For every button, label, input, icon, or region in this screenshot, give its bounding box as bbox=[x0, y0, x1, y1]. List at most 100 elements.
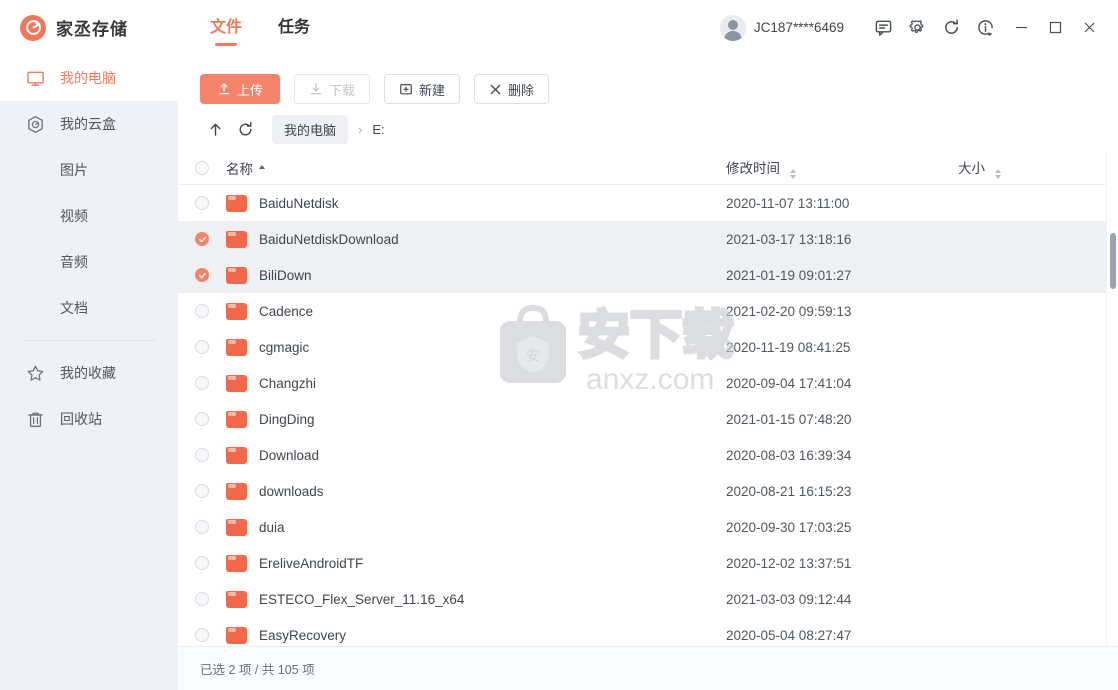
sidebar-item-favorites[interactable]: 我的收藏 bbox=[0, 350, 178, 396]
sidebar-item-audio[interactable]: 音频 bbox=[0, 239, 178, 285]
breadcrumb-separator: › bbox=[358, 121, 363, 137]
row-checkbox[interactable] bbox=[178, 628, 226, 642]
table-row[interactable]: BiliDown 2021-01-19 09:01:27 bbox=[178, 257, 1118, 293]
row-name-cell: EreliveAndroidTF bbox=[226, 554, 726, 572]
content-area: 上传 下载 新建 删除 我的电脑 › E: 名称 修改时间 大小 安 安下载 a… bbox=[178, 55, 1118, 690]
monitor-icon bbox=[26, 69, 52, 88]
main-tabs: 文件 任务 bbox=[192, 0, 328, 55]
sidebar-item-label: 文档 bbox=[60, 300, 88, 316]
sidebar-item-label: 我的收藏 bbox=[60, 365, 116, 381]
row-name-cell: ESTECO_Flex_Server_11.16_x64 bbox=[226, 590, 726, 608]
folder-icon bbox=[226, 554, 247, 572]
download-button[interactable]: 下载 bbox=[294, 74, 371, 104]
sidebar-item-my-cloudbox[interactable]: 我的云盒 bbox=[0, 101, 178, 147]
folder-plus-icon bbox=[399, 82, 413, 96]
folder-icon bbox=[226, 374, 247, 392]
sidebar-item-my-computer[interactable]: 我的电脑 bbox=[0, 55, 178, 101]
row-checkbox[interactable] bbox=[178, 412, 226, 426]
row-checkbox[interactable] bbox=[178, 376, 226, 390]
table-row[interactable]: ESTECO_Flex_Server_11.16_x64 2021-03-03 0… bbox=[178, 581, 1118, 617]
close-button[interactable] bbox=[1074, 11, 1104, 45]
tab-files[interactable]: 文件 bbox=[192, 0, 260, 55]
arrow-up-icon[interactable] bbox=[200, 114, 230, 144]
upload-icon bbox=[217, 82, 231, 96]
row-name-label: BaiduNetdisk bbox=[259, 195, 339, 211]
status-text: 已选 2 项 / 共 105 项 bbox=[200, 663, 315, 677]
gear-icon[interactable] bbox=[900, 11, 934, 45]
table-row[interactable]: EreliveAndroidTF 2020-12-02 13:37:51 bbox=[178, 545, 1118, 581]
trash-icon bbox=[26, 410, 52, 429]
row-time-cell: 2020-05-04 08:27:47 bbox=[726, 627, 852, 643]
row-checkbox[interactable] bbox=[178, 232, 226, 246]
select-all-checkbox[interactable] bbox=[178, 160, 226, 175]
minimize-button[interactable] bbox=[1006, 11, 1036, 45]
row-name-label: EreliveAndroidTF bbox=[259, 555, 364, 571]
table-body: BaiduNetdisk 2020-11-07 13:11:00 BaiduNetd… bbox=[178, 185, 1118, 646]
table-row[interactable]: downloads 2020-08-21 16:15:23 bbox=[178, 473, 1118, 509]
table-row[interactable]: EasyRecovery 2020-05-04 08:27:47 bbox=[178, 617, 1118, 646]
refresh-icon[interactable] bbox=[934, 11, 968, 45]
row-name-label: ESTECO_Flex_Server_11.16_x64 bbox=[259, 591, 465, 607]
row-time-cell: 2021-01-15 07:48:20 bbox=[726, 411, 852, 427]
table-row[interactable]: duia 2020-09-30 17:03:25 bbox=[178, 509, 1118, 545]
column-header-name-label: 名称 bbox=[226, 161, 253, 177]
row-name-label: Cadence bbox=[259, 303, 314, 319]
row-name-cell: BiliDown bbox=[226, 266, 726, 284]
sort-ascending-icon bbox=[259, 164, 265, 171]
row-checkbox[interactable] bbox=[178, 448, 226, 462]
table-header: 名称 修改时间 大小 bbox=[178, 151, 1118, 185]
table-row[interactable]: BaiduNetdiskDownload 2021-03-17 13:18:16 bbox=[178, 221, 1118, 257]
row-checkbox[interactable] bbox=[178, 520, 226, 534]
scrollbar-thumb[interactable] bbox=[1110, 233, 1116, 289]
refresh-icon[interactable] bbox=[230, 114, 260, 144]
breadcrumb-root[interactable]: 我的电脑 bbox=[272, 114, 349, 144]
row-checkbox[interactable] bbox=[178, 304, 226, 318]
row-name-cell: duia bbox=[226, 518, 726, 536]
close-icon bbox=[489, 83, 502, 96]
sidebar-item-label: 音频 bbox=[60, 254, 88, 270]
sidebar-item-videos[interactable]: 视频 bbox=[0, 193, 178, 239]
row-time-cell: 2021-03-03 09:12:44 bbox=[726, 591, 852, 607]
table-row[interactable]: Cadence 2021-02-20 09:59:13 bbox=[178, 293, 1118, 329]
maximize-button[interactable] bbox=[1040, 11, 1070, 45]
row-checkbox[interactable] bbox=[178, 196, 226, 210]
sidebar: 我的电脑 我的云盒 图片 视频 音频 文档 我的收藏 回收站 bbox=[0, 55, 178, 690]
toolbar: 上传 下载 新建 删除 bbox=[178, 55, 1118, 107]
user-account[interactable]: JC187****6469 bbox=[719, 14, 844, 41]
sort-toggle-icon bbox=[994, 168, 1001, 179]
download-button-label: 下载 bbox=[329, 82, 356, 98]
table-row[interactable]: Changzhi 2020-09-04 17:41:04 bbox=[178, 365, 1118, 401]
new-folder-button[interactable]: 新建 bbox=[384, 74, 461, 104]
row-name-label: cgmagic bbox=[259, 339, 310, 355]
table-row[interactable]: Download 2020-08-03 16:39:34 bbox=[178, 437, 1118, 473]
column-header-time[interactable]: 修改时间 bbox=[726, 157, 958, 179]
message-icon[interactable] bbox=[866, 11, 900, 45]
row-name-label: EasyRecovery bbox=[259, 627, 347, 643]
column-header-size[interactable]: 大小 bbox=[958, 157, 1118, 179]
table-row[interactable]: DingDing 2021-01-15 07:48:20 bbox=[178, 401, 1118, 437]
info-icon[interactable] bbox=[968, 11, 1002, 45]
sidebar-item-pictures[interactable]: 图片 bbox=[0, 147, 178, 193]
download-icon bbox=[309, 82, 323, 96]
tab-tasks[interactable]: 任务 bbox=[260, 0, 328, 55]
breadcrumb-current[interactable]: E: bbox=[372, 122, 384, 137]
delete-button[interactable]: 删除 bbox=[474, 74, 550, 104]
sidebar-item-documents[interactable]: 文档 bbox=[0, 285, 178, 331]
table-row[interactable]: cgmagic 2020-11-19 08:41:25 bbox=[178, 329, 1118, 365]
sidebar-item-label: 我的电脑 bbox=[60, 70, 116, 86]
column-header-name[interactable]: 名称 bbox=[226, 158, 726, 178]
row-name-cell: BaiduNetdisk bbox=[226, 194, 726, 212]
row-checkbox[interactable] bbox=[178, 340, 226, 354]
upload-button[interactable]: 上传 bbox=[200, 74, 281, 104]
table-row[interactable]: BaiduNetdisk 2020-11-07 13:11:00 bbox=[178, 185, 1118, 221]
row-checkbox[interactable] bbox=[178, 592, 226, 606]
vertical-scrollbar[interactable] bbox=[1106, 151, 1118, 646]
app-window: 家丞存储 文件 任务 JC187****6469 我的电脑 我的云盒 图片 视频… bbox=[0, 0, 1118, 690]
row-checkbox[interactable] bbox=[178, 268, 226, 282]
row-checkbox[interactable] bbox=[178, 556, 226, 570]
row-checkbox[interactable] bbox=[178, 484, 226, 498]
row-name-cell: cgmagic bbox=[226, 338, 726, 356]
sidebar-item-recycle-bin[interactable]: 回收站 bbox=[0, 396, 178, 442]
folder-icon bbox=[226, 518, 247, 536]
row-time-cell: 2020-12-02 13:37:51 bbox=[726, 555, 852, 571]
